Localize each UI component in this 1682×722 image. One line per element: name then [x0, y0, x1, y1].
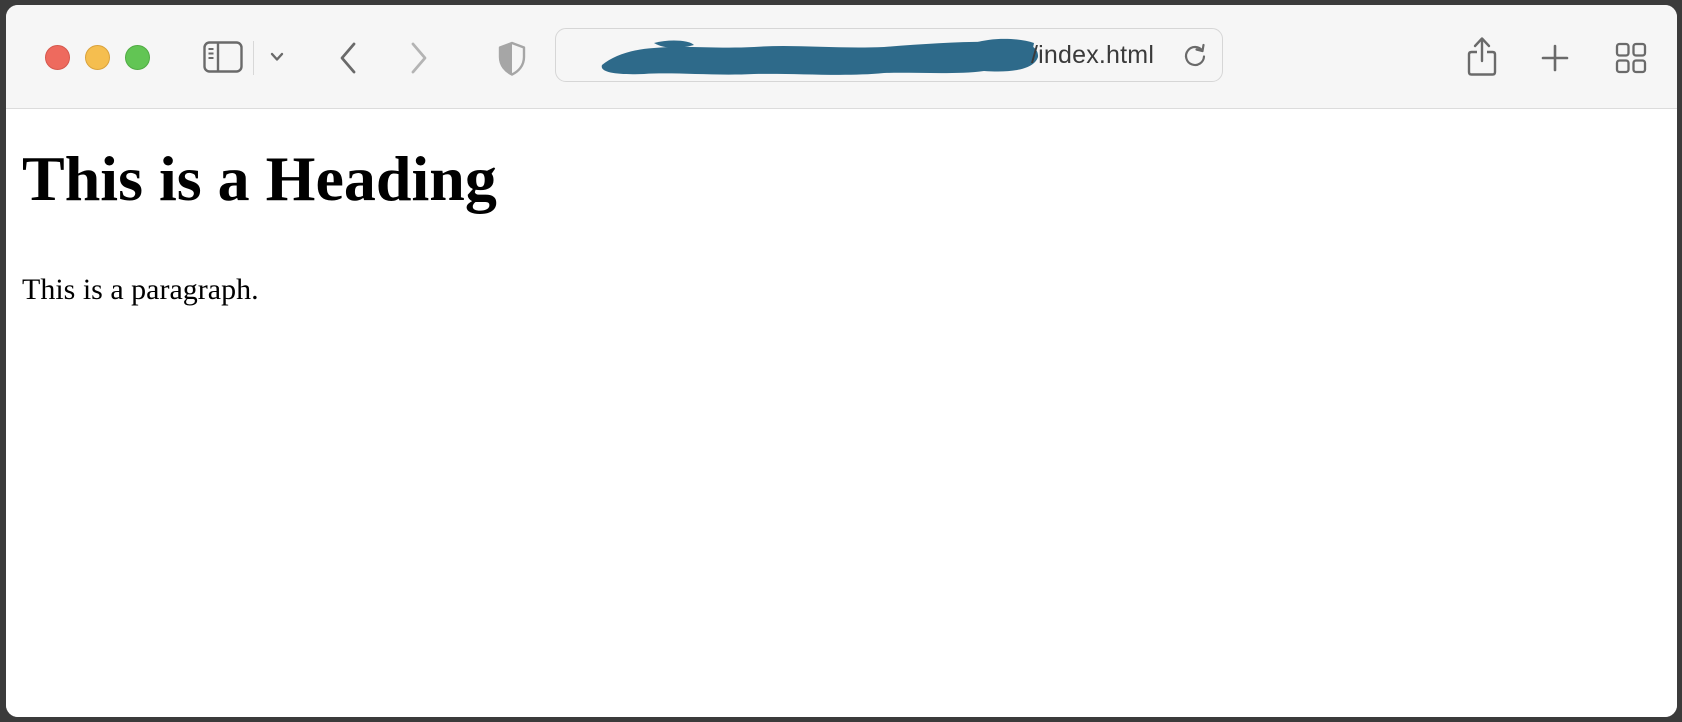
privacy-report-button[interactable] [496, 40, 528, 78]
browser-toolbar: /index.html [6, 5, 1677, 109]
url-text: /index.html [1031, 41, 1155, 69]
chevron-right-icon [411, 42, 427, 74]
page-paragraph: This is a paragraph. [22, 273, 259, 306]
forward-button[interactable] [405, 40, 433, 76]
back-button[interactable] [334, 40, 362, 76]
grid-icon [1615, 42, 1647, 74]
page-heading: This is a Heading [22, 143, 497, 214]
new-tab-button[interactable] [1539, 42, 1571, 74]
sidebar-toggle-button[interactable] [202, 40, 244, 74]
toolbar-divider [253, 41, 254, 75]
sidebar-icon [203, 41, 243, 73]
chevron-down-icon [270, 52, 284, 61]
browser-window: /index.html This is a Heading This is a … [6, 5, 1677, 717]
share-icon [1467, 37, 1497, 76]
reload-button[interactable] [1182, 42, 1208, 73]
chevron-left-icon [340, 42, 356, 74]
share-button[interactable] [1465, 35, 1499, 77]
address-bar[interactable]: /index.html [555, 28, 1223, 82]
minimize-window-button[interactable] [85, 45, 110, 70]
tab-overview-button[interactable] [1614, 41, 1648, 75]
sidebar-menu-button[interactable] [268, 47, 286, 67]
maximize-window-button[interactable] [125, 45, 150, 70]
web-page-content: This is a Heading This is a paragraph. [6, 109, 1677, 717]
url-redaction [601, 38, 1039, 75]
plus-icon [1541, 44, 1569, 72]
reload-icon [1184, 43, 1206, 67]
close-window-button[interactable] [45, 45, 70, 70]
shield-icon [498, 41, 526, 76]
